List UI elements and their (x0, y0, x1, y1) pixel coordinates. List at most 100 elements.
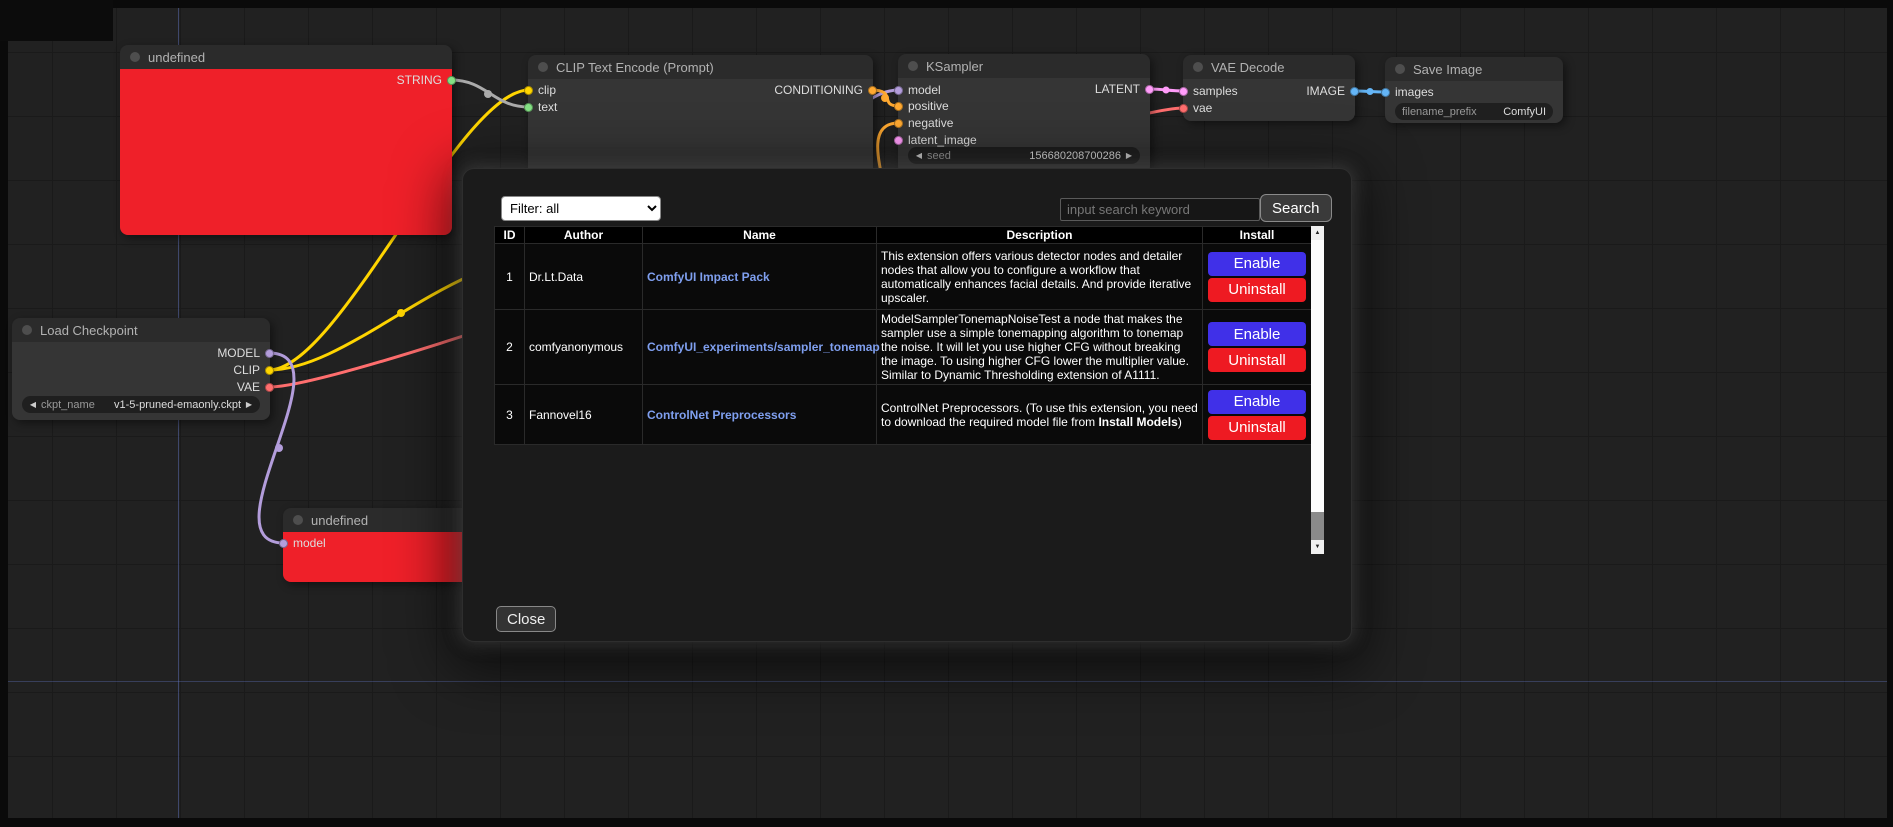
search-button[interactable]: Search (1260, 194, 1332, 222)
extension-link[interactable]: ComfyUI_experiments/sampler_tonemap (647, 340, 880, 354)
comfyui-app: undefined STRING CLIP Text Encode (Promp… (0, 0, 1893, 827)
node-title: Load Checkpoint (40, 323, 138, 338)
slot-dot-model[interactable] (279, 539, 288, 548)
enable-button[interactable]: Enable (1208, 322, 1306, 346)
widget-seed[interactable]: ◀ seed 156680208700286 ▶ (908, 147, 1140, 164)
cell-author: Fannovel16 (525, 385, 643, 445)
enable-button[interactable]: Enable (1208, 252, 1306, 276)
node-title: Save Image (1413, 62, 1482, 77)
header-description: Description (877, 227, 1203, 244)
collapse-dot-icon[interactable] (908, 61, 918, 71)
filter-select[interactable]: Filter: all (501, 196, 661, 221)
node-save-image[interactable]: Save Image images filename_prefix ComfyU… (1385, 57, 1563, 123)
node-vae-decode[interactable]: VAE Decode samples vae IMAGE (1183, 55, 1355, 121)
scrollbar[interactable]: ▲ ▼ (1311, 226, 1324, 554)
collapse-dot-icon[interactable] (293, 515, 303, 525)
search-input[interactable] (1060, 198, 1260, 221)
node-clip-text-encode[interactable]: CLIP Text Encode (Prompt) clip text COND… (528, 55, 873, 175)
widget-decrement-icon[interactable]: ◀ (27, 400, 39, 409)
slot-label: CONDITIONING (774, 83, 863, 97)
slot-dot-image[interactable] (1350, 87, 1359, 96)
output-slot-conditioning: CONDITIONING (774, 83, 877, 97)
close-button[interactable]: Close (496, 606, 556, 632)
uninstall-button[interactable]: Uninstall (1208, 278, 1306, 302)
collapse-dot-icon[interactable] (22, 325, 32, 335)
collapse-dot-icon[interactable] (1395, 64, 1405, 74)
node-title-bar[interactable]: undefined (120, 45, 452, 69)
slot-label: model (293, 536, 326, 550)
node-title-bar[interactable]: Save Image (1385, 57, 1563, 81)
widget-filename-prefix[interactable]: filename_prefix ComfyUI (1395, 103, 1553, 120)
cell-description: This extension offers various detector n… (877, 244, 1203, 310)
slot-dot-model[interactable] (265, 349, 274, 358)
slot-dot-string[interactable] (447, 76, 456, 85)
header-author: Author (525, 227, 643, 244)
collapse-dot-icon[interactable] (130, 52, 140, 62)
slot-label: IMAGE (1306, 84, 1345, 98)
node-title-bar[interactable]: CLIP Text Encode (Prompt) (528, 55, 873, 79)
node-body[interactable]: samples vae IMAGE (1183, 79, 1355, 121)
slot-label: vae (1193, 101, 1212, 115)
slot-dot-images[interactable] (1381, 88, 1390, 97)
scroll-down-icon[interactable]: ▼ (1311, 540, 1324, 554)
header-name: Name (643, 227, 877, 244)
slot-dot-model[interactable] (894, 86, 903, 95)
node-load-checkpoint[interactable]: Load Checkpoint MODEL CLIP VAE ◀ ckpt_na… (12, 318, 270, 420)
output-slot-vae: VAE (237, 380, 274, 394)
input-slot-positive: positive (894, 99, 949, 113)
node-ksampler[interactable]: KSampler model positive negative latent_… (898, 54, 1150, 174)
slot-dot-vae[interactable] (265, 383, 274, 392)
collapse-dot-icon[interactable] (538, 62, 548, 72)
extension-link[interactable]: ComfyUI Impact Pack (647, 270, 770, 284)
scrollbar-thumb[interactable] (1311, 240, 1324, 512)
scroll-up-icon[interactable]: ▲ (1311, 226, 1324, 240)
link-dot-image (1367, 88, 1374, 95)
node-body[interactable]: MODEL CLIP VAE ◀ ckpt_name v1-5-pruned-e… (12, 342, 270, 420)
cell-description: ControlNet Preprocessors. (To use this e… (877, 385, 1203, 445)
description-text: ) (1178, 415, 1182, 429)
slot-dot-clip[interactable] (265, 366, 274, 375)
node-title-bar[interactable]: KSampler (898, 54, 1150, 78)
cell-install: Enable Uninstall (1203, 310, 1312, 385)
slot-dot-clip[interactable] (524, 86, 533, 95)
uninstall-button[interactable]: Uninstall (1208, 348, 1306, 372)
slot-label: STRING (397, 73, 442, 87)
slot-dot-latent[interactable] (1145, 85, 1154, 94)
table-header-row: ID Author Name Description Install (495, 227, 1312, 244)
widget-increment-icon[interactable]: ▶ (1123, 151, 1135, 160)
node-body[interactable]: STRING (120, 69, 452, 235)
node-body[interactable]: clip text CONDITIONING (528, 79, 873, 175)
widget-decrement-icon[interactable]: ◀ (913, 151, 925, 160)
slot-dot-latent-image[interactable] (894, 136, 903, 145)
slot-dot-positive[interactable] (894, 102, 903, 111)
slot-dot-vae[interactable] (1179, 104, 1188, 113)
widget-name: filename_prefix (1402, 106, 1477, 118)
input-slot-model: model (279, 536, 326, 550)
slot-label: MODEL (217, 346, 260, 360)
widget-ckpt-name[interactable]: ◀ ckpt_name v1-5-pruned-emaonly.ckpt ▶ (22, 396, 260, 413)
node-title-bar[interactable]: VAE Decode (1183, 55, 1355, 79)
node-title-bar[interactable]: Load Checkpoint (12, 318, 270, 342)
node-undefined-top[interactable]: undefined STRING (120, 45, 452, 235)
slot-dot-text[interactable] (524, 103, 533, 112)
slot-label: VAE (237, 380, 260, 394)
cell-id: 1 (495, 244, 525, 310)
link-dot-string (484, 90, 492, 98)
collapse-dot-icon[interactable] (1193, 62, 1203, 72)
widget-name: seed (927, 150, 951, 162)
uninstall-button[interactable]: Uninstall (1208, 416, 1306, 440)
extension-link[interactable]: ControlNet Preprocessors (647, 408, 796, 422)
description-text: This extension offers various detector n… (881, 249, 1191, 305)
node-body[interactable]: images filename_prefix ComfyUI (1385, 81, 1563, 123)
slot-dot-conditioning[interactable] (868, 86, 877, 95)
header-id: ID (495, 227, 525, 244)
slot-dot-samples[interactable] (1179, 87, 1188, 96)
link-dot-model (275, 444, 283, 452)
enable-button[interactable]: Enable (1208, 390, 1306, 414)
node-title: VAE Decode (1211, 60, 1284, 75)
node-body[interactable]: model positive negative latent_image LAT… (898, 78, 1150, 174)
slot-dot-negative[interactable] (894, 119, 903, 128)
slot-label: CLIP (233, 363, 260, 377)
slot-label: text (538, 100, 557, 114)
widget-increment-icon[interactable]: ▶ (243, 400, 255, 409)
